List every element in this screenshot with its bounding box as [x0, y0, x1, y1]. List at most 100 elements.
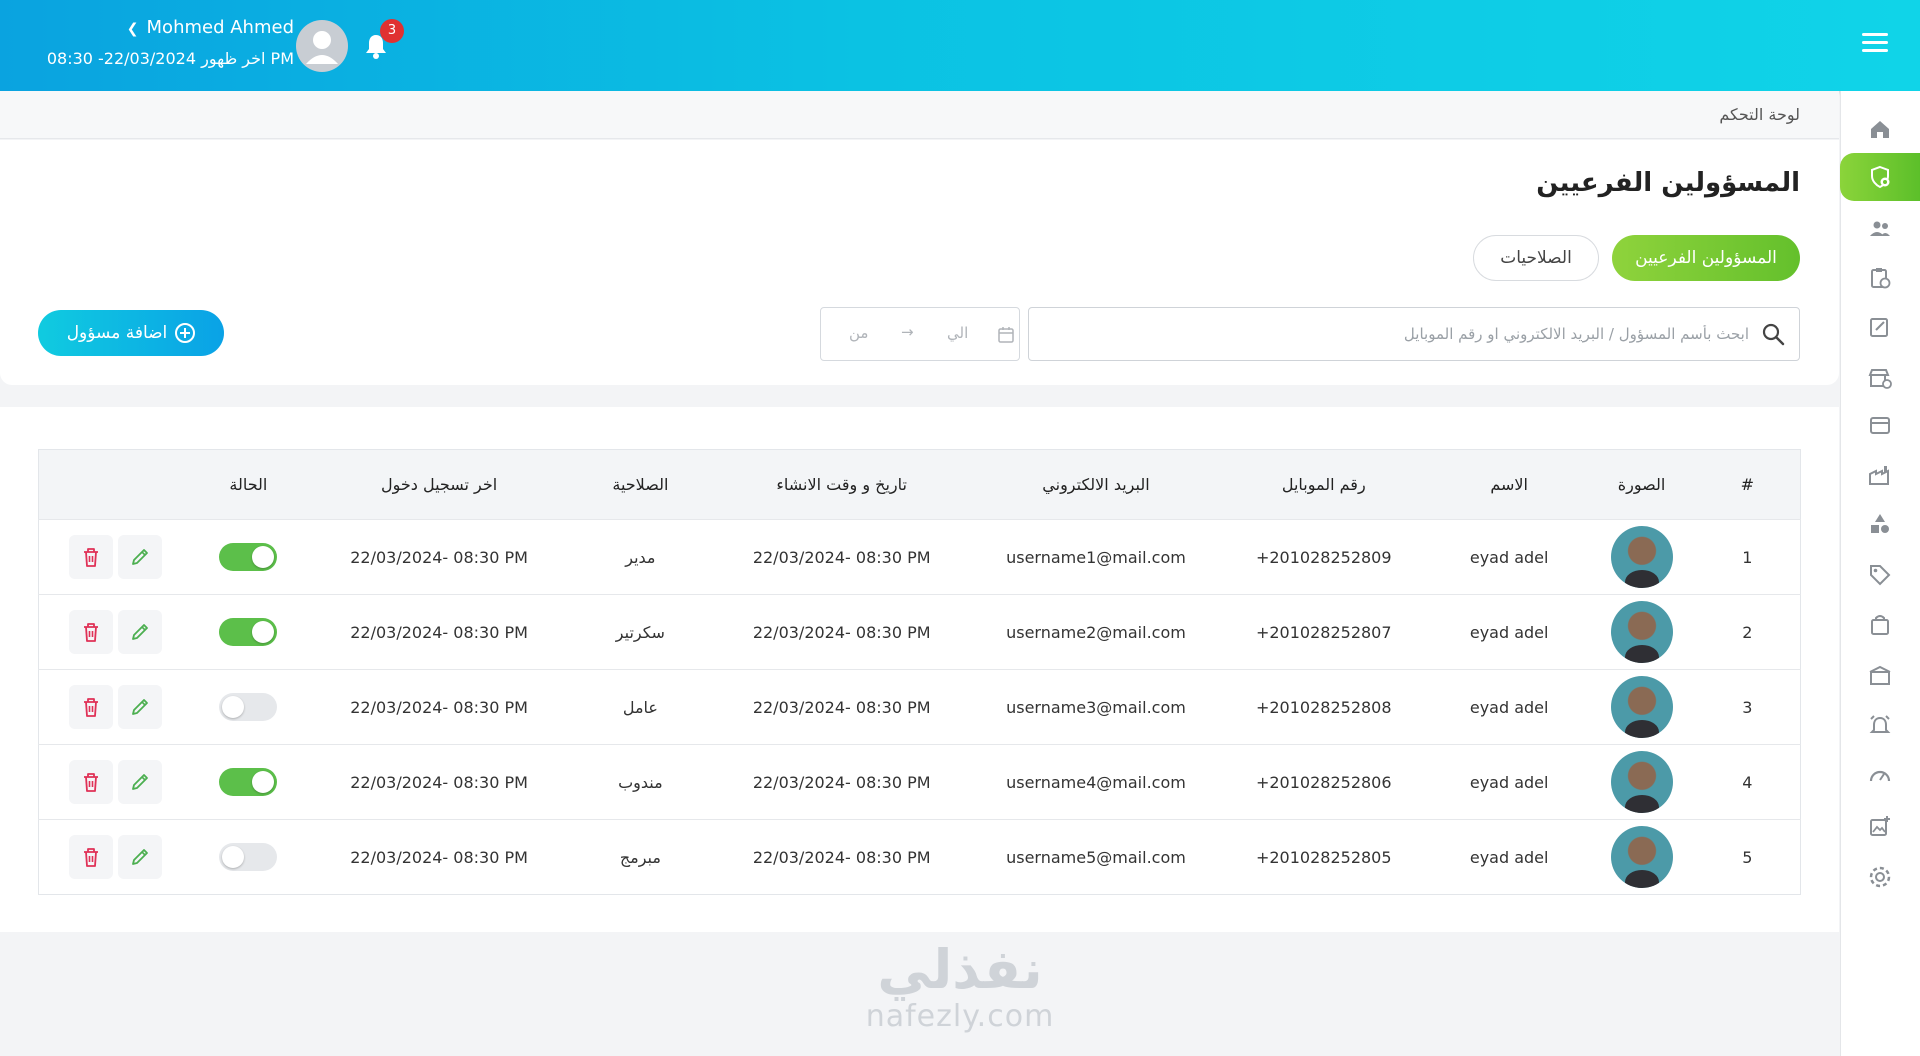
watermark-arabic: نفذلي [877, 938, 1043, 1001]
col-role: الصلاحية [612, 475, 669, 494]
sidebar-item-users[interactable] [1840, 205, 1920, 253]
table-row: 4 eyad adel 201028252806+ username4@mail… [38, 744, 1801, 820]
cell-status [190, 820, 307, 895]
sidebar-item-gift-box[interactable] [1840, 651, 1920, 699]
edit-button[interactable] [118, 685, 163, 729]
date-range-picker[interactable]: من → الي [820, 307, 1020, 361]
cell-name: eyad adel [1469, 547, 1549, 567]
user-avatar[interactable] [296, 20, 348, 72]
delete-button[interactable] [69, 835, 113, 879]
sidebar-item-clipboard-clock[interactable] [1840, 254, 1920, 302]
cell-name: eyad adel [1469, 772, 1549, 792]
shield-user-icon [1871, 165, 1890, 189]
sidebar-item-alarm-bell[interactable] [1840, 702, 1920, 750]
page-title: المسؤولين الفرعيين [1536, 168, 1800, 198]
add-admin-label: اضافة مسؤول [66, 323, 168, 343]
sidebar-item-home[interactable] [1840, 105, 1920, 153]
cell-mobile: 201028252809+ [1255, 547, 1392, 567]
status-toggle[interactable] [219, 693, 278, 721]
sidebar-item-shapes[interactable] [1840, 500, 1920, 548]
home-icon [1871, 121, 1889, 138]
sidebar-item-shopping-bag[interactable] [1840, 601, 1920, 649]
cell-last-login: 22/03/2024- 08:30 PM [350, 772, 528, 792]
pencil-icon [129, 546, 151, 568]
date-from[interactable]: من [849, 324, 868, 342]
cell-last-login: 22/03/2024- 08:30 PM [350, 847, 528, 867]
filters-card: المسؤولين الفرعيين المسؤولين الفرعيين ال… [0, 140, 1839, 385]
admin-avatar [1610, 601, 1673, 663]
delete-button[interactable] [69, 685, 113, 729]
cell-actions [39, 595, 191, 670]
user-info[interactable]: ❮ Mohmed Ahmed اخر ظهور 22/03/2024- 08:30… [44, 16, 294, 71]
toggle-knob [252, 771, 275, 793]
cell-email: username5@mail.com [1006, 847, 1186, 867]
cell-mobile: 201028252806+ [1255, 772, 1392, 792]
admin-avatar [1610, 826, 1673, 888]
sidebar-item-shield-user[interactable] [1840, 153, 1920, 201]
delete-button[interactable] [69, 535, 113, 579]
col-mobile: رقم الموبايل [1281, 475, 1366, 494]
chevron-left-icon[interactable]: ❮ [127, 21, 139, 37]
sidebar-item-storefront[interactable] [1840, 401, 1920, 449]
delete-button[interactable] [69, 760, 113, 804]
delete-button[interactable] [69, 610, 113, 654]
tab-permissions[interactable]: الصلاحيات [1473, 235, 1599, 281]
cell-number: 3 [1742, 697, 1753, 717]
status-toggle[interactable] [219, 843, 278, 871]
top-header: ❮ Mohmed Ahmed اخر ظهور 22/03/2024- 08:30… [0, 0, 1920, 91]
cell-role: مندوب [618, 772, 663, 792]
shapes-icon [1871, 514, 1889, 533]
col-actions [39, 450, 191, 520]
sidebar-item-tag[interactable] [1840, 551, 1920, 599]
col-name: الاسم [1490, 475, 1528, 494]
sidebar-item-settings[interactable] [1840, 853, 1920, 901]
cell-status [190, 745, 307, 820]
search-field[interactable] [1028, 307, 1800, 361]
user-name-row[interactable]: ❮ Mohmed Ahmed [44, 16, 294, 41]
toggle-knob [222, 846, 245, 868]
cell-name: eyad adel [1469, 847, 1549, 867]
admin-avatar [1610, 526, 1673, 588]
edit-button[interactable] [118, 835, 163, 879]
sidebar-item-speedometer[interactable] [1840, 752, 1920, 800]
cell-role: مبرمج [619, 847, 661, 867]
pencil-icon [129, 696, 151, 718]
edit-button[interactable] [118, 535, 163, 579]
store-add-icon [1868, 369, 1892, 389]
status-toggle[interactable] [219, 543, 278, 571]
cell-number: 2 [1742, 622, 1753, 642]
sidebar-item-factory[interactable] [1840, 451, 1920, 499]
trash-icon [81, 621, 101, 643]
cell-number: 5 [1742, 847, 1753, 867]
search-icon [1762, 323, 1785, 346]
add-admin-button[interactable]: اضافة مسؤول [38, 310, 224, 356]
search-input[interactable] [1049, 308, 1749, 360]
watermark: نفذلي nafezly.com [850, 940, 1070, 1034]
edit-button[interactable] [118, 610, 163, 654]
clipboard-clock-icon [1871, 268, 1891, 289]
tab-sub-admins[interactable]: المسؤولين الفرعيين [1612, 235, 1800, 281]
add-image-icon [1870, 816, 1890, 836]
admin-avatar [1610, 676, 1673, 738]
date-to[interactable]: الي [947, 324, 968, 342]
table-card: # الصورة الاسم رقم الموبايل البريد الالك… [0, 407, 1839, 932]
sidebar-item-add-image[interactable] [1840, 802, 1920, 850]
cell-created: 22/03/2024- 08:30 PM [752, 772, 931, 792]
breadcrumb[interactable]: لوحة التحكم [1719, 105, 1800, 124]
status-toggle[interactable] [219, 618, 278, 646]
table-row: 3 eyad adel 201028252808+ username3@mail… [38, 669, 1801, 745]
plus-circle-icon [175, 323, 196, 343]
sidebar-item-edit-note[interactable] [1840, 303, 1920, 351]
cell-photo [1589, 595, 1695, 670]
storefront-icon [1870, 417, 1890, 434]
cell-created: 22/03/2024- 08:30 PM [752, 847, 931, 867]
hamburger-menu-icon[interactable] [1862, 33, 1888, 55]
sidebar-item-store-add[interactable] [1840, 354, 1920, 402]
edit-button[interactable] [118, 760, 163, 804]
cell-role: عامل [622, 697, 658, 717]
gift-box-icon [1869, 665, 1891, 685]
status-toggle[interactable] [219, 768, 278, 796]
cell-mobile: 201028252808+ [1255, 697, 1392, 717]
cell-email: username1@mail.com [1006, 547, 1186, 567]
table-row: 2 eyad adel 201028252807+ username2@mail… [38, 594, 1801, 670]
